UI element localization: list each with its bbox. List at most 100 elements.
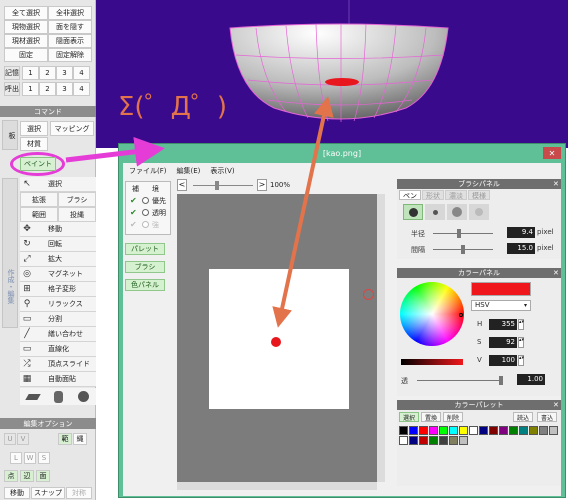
menu-file[interactable]: ファイル(F) [129, 166, 167, 176]
value-spinner[interactable]: ▴▾ [518, 355, 524, 366]
palette-save-button[interactable]: 書込 [537, 412, 557, 422]
brush-tab-shape[interactable]: 形状 [422, 190, 444, 200]
world-toggle[interactable]: W [24, 452, 36, 464]
sphere-icon[interactable] [77, 391, 89, 402]
tool-brush[interactable]: ブラシ [58, 192, 96, 207]
tool-relax[interactable]: ⚲ リラックス [20, 297, 96, 312]
tool-magnet[interactable]: ◎ マグネット [20, 267, 96, 282]
palette-swatch[interactable] [549, 426, 558, 435]
palette-swatch[interactable] [529, 426, 538, 435]
value-value[interactable]: 100 [489, 355, 517, 366]
alpha-slider[interactable] [417, 380, 503, 381]
tool-stitch[interactable]: ╱ 繕い合わせ [20, 327, 96, 342]
select-all-button[interactable]: 全て選択 [4, 6, 48, 20]
vertical-scrollbar[interactable] [377, 194, 385, 482]
close-icon[interactable]: ✕ [553, 180, 559, 188]
memory-slot-3[interactable]: 3 [56, 66, 73, 80]
palette-swatch[interactable] [509, 426, 518, 435]
radio-icon[interactable] [142, 197, 149, 204]
lock-button[interactable]: 固定 [4, 48, 48, 62]
tool-rotate[interactable]: ↻ 回転 [20, 237, 96, 252]
brush-toggle-button[interactable]: ブラシ [125, 261, 165, 273]
tool-extend[interactable]: 拡張 [20, 192, 58, 207]
zoom-slider-track[interactable] [193, 185, 253, 186]
memory-slot-2[interactable]: 2 [39, 66, 56, 80]
hue-spinner[interactable]: ▴▾ [518, 319, 524, 330]
lasso-toggle[interactable]: 縄 [73, 433, 87, 445]
zoom-out-button[interactable]: < [177, 179, 187, 191]
horizontal-scrollbar[interactable] [177, 482, 377, 490]
color-wheel-cursor[interactable] [459, 313, 463, 317]
color-mode-select[interactable]: HSV ▾ [471, 300, 531, 311]
deselect-all-button[interactable]: 全非選択 [48, 6, 92, 20]
palette-delete-button[interactable]: 削除 [443, 412, 463, 422]
select-object-button[interactable]: 現物選択 [4, 20, 48, 34]
point-toggle[interactable]: 点 [4, 470, 18, 482]
palette-swatch[interactable] [439, 426, 448, 435]
paint-button[interactable]: ペイント [20, 157, 56, 171]
check-icon[interactable]: ✔ [130, 208, 137, 217]
palette-swatch[interactable] [519, 426, 528, 435]
tool-select[interactable]: ↖ 選択 [20, 177, 96, 192]
tool-auto-face[interactable]: ▦ 自動面貼 [20, 372, 96, 387]
saturation-value[interactable]: 92 [489, 337, 517, 348]
menu-edit[interactable]: 編集(E) [177, 166, 201, 176]
palette-swatch[interactable] [489, 426, 498, 435]
unlock-button[interactable]: 固定解除 [48, 48, 92, 62]
palette-swatch[interactable] [539, 426, 548, 435]
brush-spacing-value[interactable]: 15.0 [507, 243, 535, 254]
brush-tab-pen[interactable]: ペン [399, 190, 421, 200]
value-gradient-bar[interactable] [401, 359, 463, 365]
palette-swatch[interactable] [469, 426, 478, 435]
palette-swatch[interactable] [419, 436, 428, 445]
mapping-button[interactable]: マッピング [50, 121, 94, 136]
menu-view[interactable]: 表示(V) [210, 166, 234, 176]
brush-size-value[interactable]: 9.4 [507, 227, 535, 238]
move-option-button[interactable]: 移動 [4, 487, 30, 499]
palette-swatch[interactable] [449, 436, 458, 445]
recall-slot-1[interactable]: 1 [22, 82, 39, 96]
check-icon[interactable]: ✔ [130, 196, 137, 205]
close-icon[interactable]: ✕ [543, 147, 561, 159]
check-icon[interactable]: ✔ [130, 220, 137, 229]
tool-lattice[interactable]: ⊞ 格子変形 [20, 282, 96, 297]
show-hidden-face-button[interactable]: 隠面表示 [48, 34, 92, 48]
palette-swatch[interactable] [409, 436, 418, 445]
palette-toggle-button[interactable]: パレット [125, 243, 165, 255]
cylinder-icon[interactable] [53, 390, 63, 403]
plane-icon[interactable] [25, 393, 42, 400]
tool-lasso[interactable]: 投縄 [58, 207, 96, 222]
memory-slot-1[interactable]: 1 [22, 66, 39, 80]
paint-window-titlebar[interactable]: [kao.png] [119, 144, 565, 162]
palette-select-button[interactable]: 選択 [399, 412, 419, 422]
alpha-value[interactable]: 1.00 [517, 374, 545, 385]
palette-swatch[interactable] [409, 426, 418, 435]
hemisphere-mesh[interactable] [96, 0, 568, 148]
snap-option-button[interactable]: スナップ [31, 487, 65, 499]
palette-swatch[interactable] [399, 436, 408, 445]
color-wheel[interactable] [400, 282, 464, 346]
palette-swatch[interactable] [429, 436, 438, 445]
memory-slot-4[interactable]: 4 [73, 66, 90, 80]
palette-swatch[interactable] [459, 436, 468, 445]
brush-size-slider[interactable] [433, 233, 493, 234]
palette-load-button[interactable]: 読込 [513, 412, 533, 422]
range-toggle[interactable]: 範 [58, 433, 72, 445]
symmetry-option-button[interactable]: 対称 [66, 487, 92, 499]
v-toggle[interactable]: V [17, 433, 29, 445]
u-toggle[interactable]: U [4, 433, 16, 445]
brush-hard-button[interactable] [403, 204, 423, 220]
recall-slot-3[interactable]: 3 [56, 82, 73, 96]
palette-swatch[interactable] [399, 426, 408, 435]
alpha-thumb[interactable] [499, 376, 503, 385]
tool-split[interactable]: ▭ 分割 [20, 312, 96, 327]
brush-tab-shade[interactable]: 濃淡 [445, 190, 467, 200]
radio-icon[interactable] [142, 209, 149, 216]
edit-side-tab[interactable]: 作成・編集 [2, 178, 18, 328]
close-icon[interactable]: ✕ [553, 269, 559, 277]
palette-swatch[interactable] [479, 426, 488, 435]
zoom-in-button[interactable]: > [257, 179, 267, 191]
tool-scale[interactable]: ⤢ 拡大 [20, 252, 96, 267]
color-panel-toggle-button[interactable]: 色パネル [125, 279, 165, 291]
palette-swatch[interactable] [419, 426, 428, 435]
